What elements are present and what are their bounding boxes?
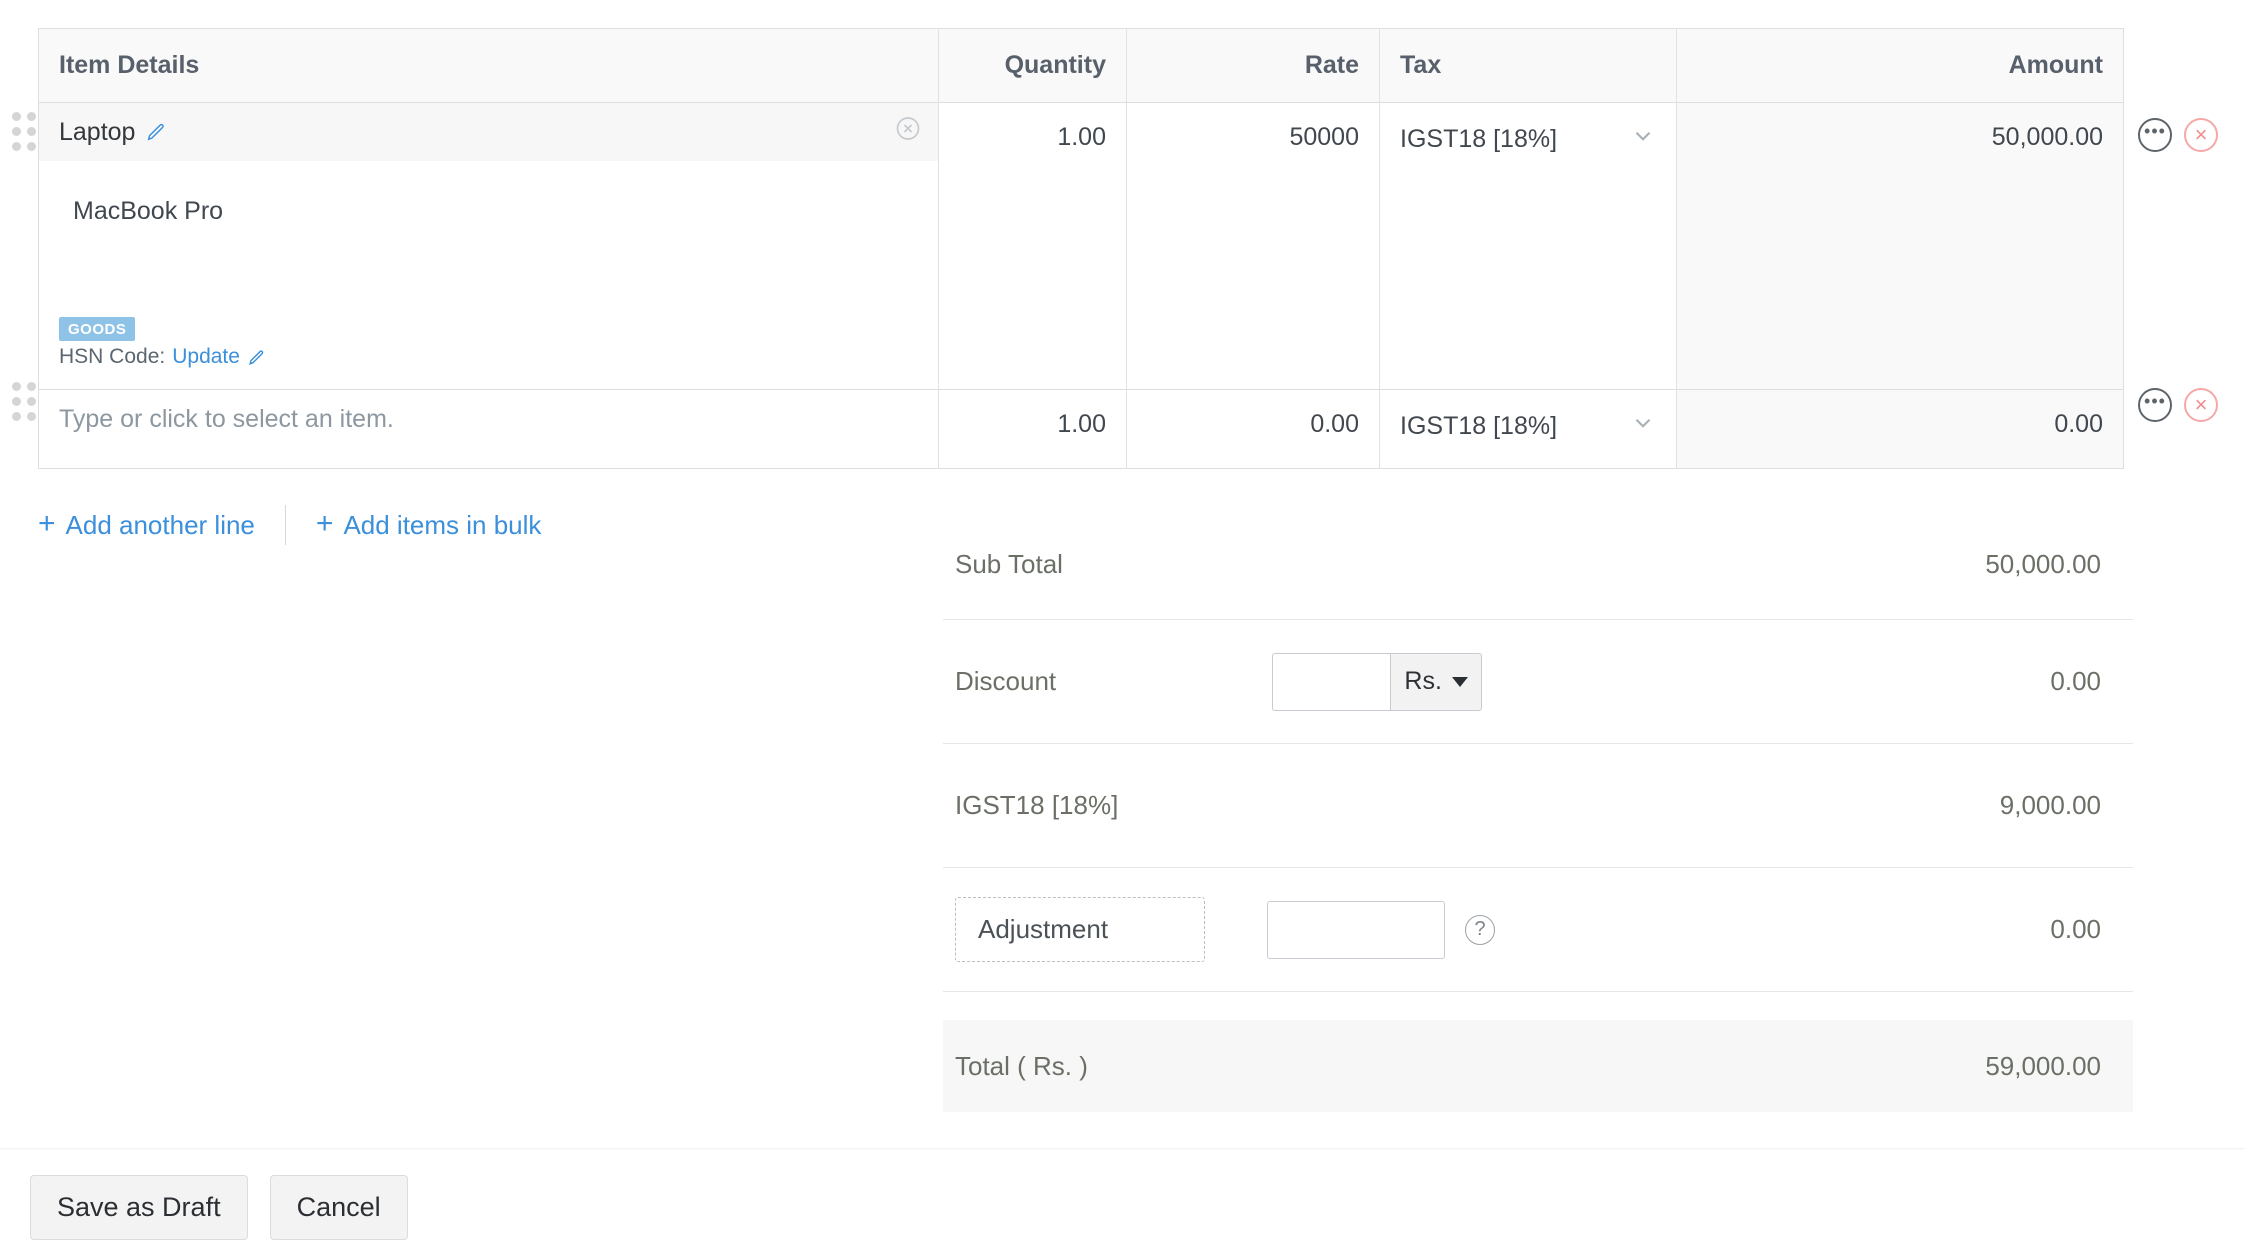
drag-dot [27, 397, 36, 406]
rate-cell-1[interactable]: 50000 [1126, 102, 1380, 390]
line-items-table-wrapper: Item Details Quantity Rate Tax Amount La… [38, 28, 2124, 469]
line-items-table: Item Details Quantity Rate Tax Amount La… [38, 28, 2124, 469]
help-icon[interactable]: ? [1465, 914, 1495, 945]
status-badge-goods: GOODS [59, 317, 136, 341]
hsn-code-label: HSN Code: [59, 345, 166, 368]
column-header-amount: Amount [1676, 28, 2124, 103]
drag-dot [12, 412, 21, 421]
add-another-line-button[interactable]: + Add another line [38, 507, 255, 541]
drag-dot [12, 112, 21, 121]
close-icon: × [2194, 122, 2208, 147]
tax-dropdown-value: IGST18 [18%] [1400, 412, 1558, 440]
item-name-field-1[interactable]: Laptop [39, 103, 938, 161]
pencil-icon[interactable] [145, 121, 167, 143]
table-row: Laptop MacBook Pro GOODS HSN Code: Updat… [38, 102, 2124, 390]
table-header-row: Item Details Quantity Rate Tax Amount [38, 28, 2124, 103]
drag-dot [12, 127, 21, 136]
chevron-down-icon [1630, 123, 1656, 156]
divider [284, 505, 286, 545]
total-label: Total ( Rs. ) [955, 1050, 1088, 1081]
discount-row: Discount Rs. 0.00 [943, 620, 2133, 744]
chevron-down-icon [1630, 410, 1656, 443]
totals-panel: Sub Total 50,000.00 Discount Rs. 0.00 IG… [943, 510, 2133, 1112]
row-actions-2: ••• × [2138, 388, 2218, 422]
column-header-quantity: Quantity [938, 28, 1127, 103]
tax-cell-1[interactable]: IGST18 [18%] [1379, 102, 1677, 390]
item-description-1[interactable]: MacBook Pro [59, 161, 918, 226]
amount-cell-1: 50,000.00 [1676, 102, 2124, 390]
column-header-rate: Rate [1126, 28, 1380, 103]
tax-value: 9,000.00 [1999, 790, 2101, 820]
add-items-in-bulk-button[interactable]: + Add items in bulk [315, 507, 542, 541]
help-icon-glyph: ? [1474, 918, 1486, 940]
item-meta-1: GOODS HSN Code: Update [59, 312, 918, 369]
adjustment-input[interactable] [1267, 900, 1445, 959]
amount-cell-2: 0.00 [1676, 389, 2124, 469]
cancel-button[interactable]: Cancel [269, 1175, 408, 1240]
item-details-cell-2: Type or click to select an item. [38, 389, 939, 469]
column-header-item-details: Item Details [38, 28, 939, 103]
clear-item-icon[interactable] [894, 115, 922, 150]
footer-divider [0, 1148, 2244, 1150]
tax-dropdown-value: IGST18 [18%] [1400, 125, 1558, 153]
discount-value: 0.00 [2050, 666, 2101, 696]
subtotal-label: Sub Total [955, 549, 1063, 579]
drag-dot [12, 142, 21, 151]
tax-row: IGST18 [18%] 9,000.00 [943, 744, 2133, 868]
item-select-placeholder: Type or click to select an item. [59, 404, 394, 433]
adjustment-row: Adjustment ? 0.00 [943, 868, 2133, 992]
hsn-code-line: HSN Code: Update [59, 345, 918, 369]
tax-label: IGST18 [18%] [955, 790, 1119, 820]
drag-dot [27, 127, 36, 136]
save-as-draft-button[interactable]: Save as Draft [30, 1175, 248, 1240]
add-items-in-bulk-label: Add items in bulk [343, 509, 542, 540]
hsn-update-link[interactable]: Update [172, 345, 240, 369]
row-delete-button[interactable]: × [2184, 118, 2218, 152]
row-delete-button[interactable]: × [2184, 388, 2218, 422]
rate-cell-2[interactable]: 0.00 [1126, 389, 1380, 469]
row-actions-1: ••• × [2138, 118, 2218, 152]
adjustment-label-input[interactable]: Adjustment [955, 897, 1205, 962]
plus-icon: + [315, 507, 334, 540]
row-more-options-button[interactable]: ••• [2138, 388, 2172, 422]
footer-actions: Save as Draft Cancel [30, 1175, 408, 1240]
quantity-cell-2[interactable]: 1.00 [938, 389, 1127, 469]
table-row: Type or click to select an item. 1.00 0.… [38, 389, 2124, 469]
item-details-cell-1: Laptop MacBook Pro GOODS HSN Code: Updat… [38, 102, 939, 390]
total-value: 59,000.00 [1985, 1050, 2101, 1081]
row-more-options-button[interactable]: ••• [2138, 118, 2172, 152]
caret-down-icon [1451, 676, 1468, 687]
subtotal-value: 50,000.00 [1985, 549, 2101, 579]
drag-dot [12, 397, 21, 406]
column-header-tax: Tax [1379, 28, 1677, 103]
subtotal-row: Sub Total 50,000.00 [943, 510, 2133, 620]
discount-unit-label: Rs. [1404, 667, 1442, 695]
tax-dropdown-1[interactable]: IGST18 [18%] [1400, 123, 1656, 156]
invoice-items-page: Item Details Quantity Rate Tax Amount La… [0, 0, 2244, 1248]
adjustment-value: 0.00 [2050, 914, 2101, 944]
add-another-line-label: Add another line [65, 509, 255, 540]
drag-handle-row-2[interactable] [12, 382, 36, 421]
add-line-actions: + Add another line + Add items in bulk [38, 505, 541, 545]
drag-dot [27, 382, 36, 391]
discount-input[interactable] [1272, 652, 1391, 711]
tax-cell-2[interactable]: IGST18 [18%] [1379, 389, 1677, 469]
plus-icon: + [38, 507, 56, 540]
tax-dropdown-2[interactable]: IGST18 [18%] [1400, 410, 1656, 443]
close-icon: × [2194, 392, 2208, 417]
item-name-label: Laptop [59, 117, 136, 146]
drag-dot [27, 112, 36, 121]
discount-unit-dropdown[interactable]: Rs. [1390, 652, 1483, 711]
item-name-field-2[interactable]: Type or click to select an item. [39, 390, 938, 448]
pencil-icon[interactable] [247, 348, 266, 367]
drag-dot [27, 412, 36, 421]
drag-dot [12, 382, 21, 391]
total-row: Total ( Rs. ) 59,000.00 [943, 1020, 2133, 1112]
drag-handle-row-1[interactable] [12, 112, 36, 151]
drag-dot [27, 142, 36, 151]
discount-label: Discount [955, 666, 1057, 696]
quantity-cell-1[interactable]: 1.00 [938, 102, 1127, 390]
